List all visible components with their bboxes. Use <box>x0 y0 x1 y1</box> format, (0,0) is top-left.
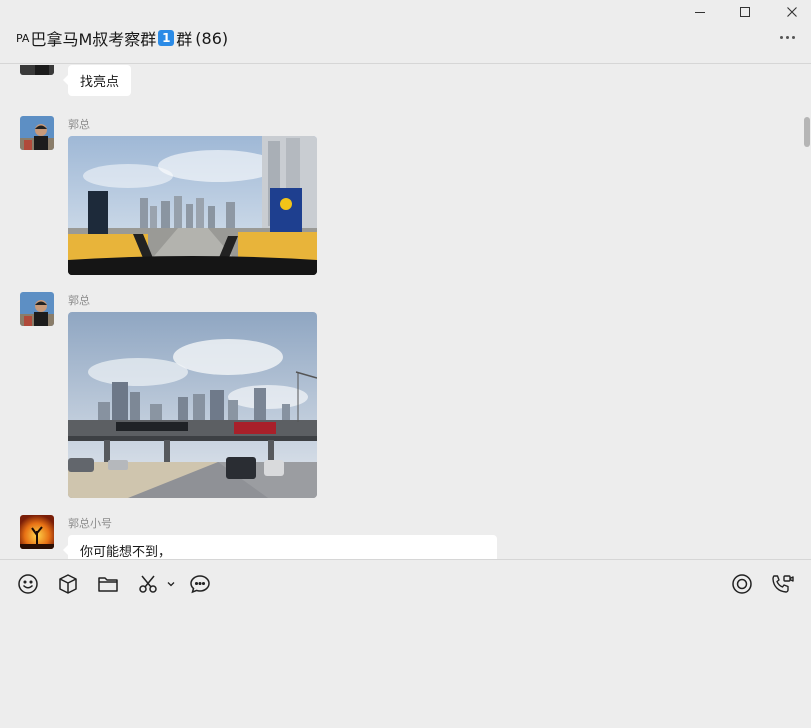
emoji-icon[interactable] <box>16 572 40 596</box>
chat-message-area[interactable]: 找亮点 郭总 郭总 郭总小号 你可能想不到， <box>0 65 811 559</box>
chat-scrollbar[interactable] <box>804 117 810 147</box>
message-text: 你可能想不到， <box>80 545 172 559</box>
scissors-icon[interactable] <box>136 572 160 596</box>
message-text: 找亮点 <box>80 75 120 90</box>
message-bubble[interactable]: 找亮点 <box>62 65 132 96</box>
avatar[interactable] <box>20 116 54 150</box>
sender-name: 郭总 <box>68 118 90 131</box>
title-bar: PA 巴拿马M叔考察群 1 群 (86) <box>0 0 811 64</box>
call-icon[interactable] <box>770 572 794 596</box>
sender-name: 郭总小号 <box>68 517 112 530</box>
chat-title: PA 巴拿马M叔考察群 1 群 (86) <box>16 26 228 50</box>
road-checkpoint-city-skyline-photo[interactable] <box>68 136 317 275</box>
avatar[interactable] <box>20 65 54 75</box>
group-number-badge: 1 <box>158 30 175 46</box>
group-name: 巴拿马M叔考察群 <box>30 30 157 49</box>
close-icon[interactable] <box>782 4 802 20</box>
avatar[interactable] <box>20 292 54 326</box>
avatar[interactable] <box>20 515 54 549</box>
member-count: (86) <box>195 28 229 48</box>
package-icon[interactable] <box>56 572 80 596</box>
highway-bridge-city-skyline-photo[interactable] <box>68 312 317 498</box>
message-bubble[interactable]: 你可能想不到， <box>63 535 497 559</box>
maximize-icon[interactable] <box>735 4 755 20</box>
chat-bubble-icon[interactable] <box>188 572 212 596</box>
folder-icon[interactable] <box>96 572 120 596</box>
title-prefix: PA <box>16 31 30 45</box>
more-options-icon[interactable] <box>780 36 795 39</box>
group-suffix: 群 <box>176 30 193 49</box>
minimize-icon[interactable] <box>690 4 710 20</box>
input-toolbar <box>0 559 811 728</box>
live-icon[interactable] <box>730 572 754 596</box>
sender-name: 郭总 <box>68 294 90 307</box>
chevron-down-icon[interactable] <box>163 572 179 596</box>
